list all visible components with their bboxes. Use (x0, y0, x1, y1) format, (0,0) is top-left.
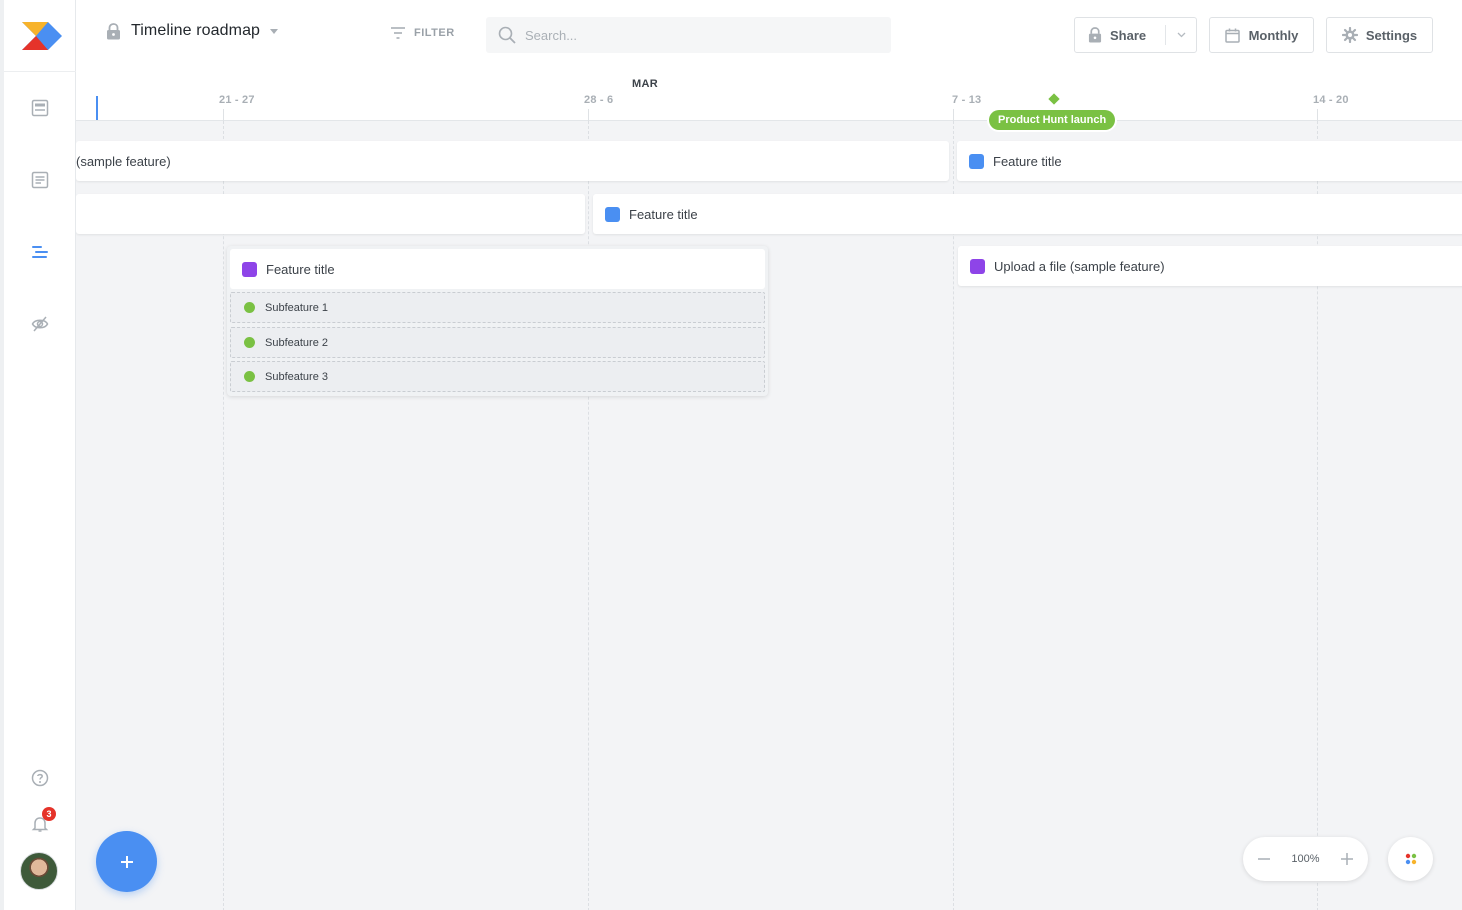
notification-count-badge: 3 (42, 807, 56, 821)
settings-button[interactable]: Settings (1326, 17, 1433, 53)
milestone-label[interactable]: Product Hunt launch (989, 110, 1116, 130)
sidebar: 3 (0, 0, 76, 910)
help-icon (31, 769, 49, 787)
document-icon (31, 171, 49, 189)
status-dot-icon (244, 337, 255, 348)
feature-color-swatch (242, 261, 257, 277)
sidebar-item-help[interactable] (28, 766, 52, 790)
timeline-canvas[interactable]: MAR 21 - 27 28 - 6 7 - 13 14 - 20 Produc… (76, 70, 1462, 910)
plus-icon (1340, 853, 1353, 865)
week-tick (588, 109, 589, 121)
feature-color-swatch (970, 258, 985, 274)
sidebar-item-hidden[interactable] (28, 312, 52, 336)
feature-bar[interactable] (76, 194, 585, 234)
subfeature-title: Subfeature 3 (265, 370, 328, 383)
zoom-in-button[interactable] (1340, 852, 1354, 866)
week-label: 14 - 20 (1313, 94, 1349, 106)
share-button-group: Share (1074, 17, 1197, 53)
feature-group: Feature title Subfeature 1 Subfeature 2 … (227, 246, 768, 396)
today-marker (96, 96, 98, 120)
timeline-header: MAR 21 - 27 28 - 6 7 - 13 14 - 20 (76, 70, 1462, 121)
filter-button[interactable]: FILTER (390, 26, 455, 40)
sidebar-item-backlog[interactable] (28, 96, 52, 120)
sidebar-divider (4, 71, 76, 72)
status-dot-icon (244, 302, 255, 313)
month-label: MAR (632, 78, 658, 90)
week-tick (1317, 109, 1318, 121)
share-label: Share (1110, 27, 1147, 43)
gear-icon (1341, 27, 1358, 43)
monthly-view-button[interactable]: Monthly (1209, 17, 1314, 53)
chevron-down-icon (1177, 32, 1185, 38)
feature-color-swatch (969, 153, 984, 169)
zoom-out-button[interactable] (1257, 852, 1271, 866)
plus-icon (120, 856, 133, 868)
status-dot-icon (244, 371, 255, 382)
sidebar-item-roadmap[interactable] (28, 240, 52, 264)
feature-color-swatch (605, 206, 620, 222)
zoom-control: 100% (1243, 837, 1368, 881)
monthly-label: Monthly (1248, 27, 1299, 43)
apps-button[interactable] (1388, 837, 1433, 881)
timeline-icon (32, 246, 48, 258)
week-gridline (953, 121, 954, 910)
week-tick (953, 109, 954, 121)
week-gridline (1317, 121, 1318, 910)
feature-bar[interactable]: Feature title (593, 194, 1462, 234)
search-input[interactable] (525, 27, 865, 43)
subfeature-title: Subfeature 1 (265, 301, 328, 314)
app-logo[interactable] (22, 22, 62, 50)
inbox-icon (31, 99, 49, 117)
week-label: 7 - 13 (952, 94, 982, 106)
subfeature-row[interactable]: Subfeature 1 (230, 292, 765, 323)
top-header: Timeline roadmap FILTER Share (76, 0, 1462, 70)
sidebar-item-docs[interactable] (28, 168, 52, 192)
lock-icon (107, 22, 120, 39)
subfeature-row[interactable]: Subfeature 2 (230, 327, 765, 358)
share-button[interactable]: Share (1075, 27, 1165, 43)
week-gridline (588, 121, 589, 910)
week-label: 21 - 27 (219, 94, 255, 106)
week-gridline (223, 121, 224, 910)
week-label: 28 - 6 (584, 94, 614, 106)
feature-title: Feature title (993, 153, 1062, 169)
feature-bar[interactable]: (sample feature) (76, 141, 949, 181)
search-box (486, 17, 891, 53)
feature-title: Upload a file (sample feature) (994, 258, 1165, 274)
calendar-icon (1224, 28, 1240, 43)
feature-bar[interactable]: Feature title (230, 249, 765, 289)
feature-bar[interactable]: Feature title (957, 141, 1462, 181)
lock-icon (1088, 27, 1102, 43)
share-options-toggle[interactable] (1166, 32, 1196, 38)
filter-label: FILTER (414, 27, 455, 39)
apps-grid-icon (1405, 853, 1416, 865)
feature-title: Feature title (266, 261, 335, 277)
minus-icon (1258, 858, 1270, 860)
add-feature-button[interactable] (96, 831, 157, 892)
subfeature-row[interactable]: Subfeature 3 (230, 361, 765, 392)
filter-icon (391, 27, 405, 39)
roadmap-title-dropdown[interactable]: Timeline roadmap (106, 22, 279, 40)
feature-bar[interactable]: Upload a file (sample feature) (958, 246, 1462, 286)
search-icon (498, 26, 516, 44)
eye-slash-icon (31, 316, 49, 332)
settings-label: Settings (1365, 27, 1418, 43)
page-title: Timeline roadmap (131, 22, 261, 39)
zoom-level: 100% (1291, 853, 1320, 865)
user-avatar[interactable] (20, 852, 58, 890)
week-tick (223, 109, 224, 121)
caret-down-icon (270, 28, 279, 34)
feature-title: (sample feature) (76, 153, 171, 169)
feature-title: Feature title (629, 206, 698, 222)
subfeature-title: Subfeature 2 (265, 336, 328, 349)
